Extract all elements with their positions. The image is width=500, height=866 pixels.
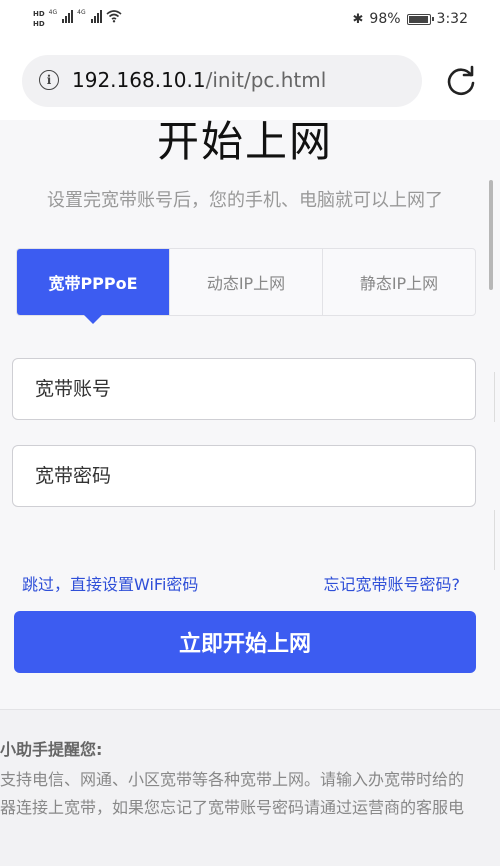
connection-type-tabs: 宽带PPPoE 动态IP上网 静态IP上网 — [16, 248, 476, 324]
info-icon[interactable]: i — [39, 70, 59, 90]
signal-icon-2 — [90, 9, 102, 23]
password-field — [12, 445, 476, 507]
tips-section: 器小助手提醒您: 器支持电信、网通、小区宽带等各种宽带上网。请输入办宽带时给的 … — [0, 710, 500, 866]
status-bar: HD HD 4G 4G ✱ 98% 3:32 — [0, 0, 500, 42]
forgot-account-link[interactable]: 忘记宽带账号密码? — [324, 571, 461, 595]
side-panel-edge — [494, 372, 500, 422]
page-title: 开始上网 — [156, 117, 333, 166]
hd-label-1: HD — [33, 10, 45, 18]
url-path: /init/pc.html — [205, 68, 327, 92]
account-input[interactable] — [13, 359, 475, 419]
battery-percent: 98% — [369, 11, 401, 27]
hd-label-2: HD — [33, 20, 45, 28]
tab-static-ip[interactable]: 静态IP上网 — [322, 249, 475, 315]
tab-pppoe[interactable]: 宽带PPPoE — [17, 249, 169, 324]
tips-line-1: 器支持电信、网通、小区宽带等各种宽带上网。请输入办宽带时给的 — [0, 770, 465, 789]
url-text[interactable]: 192.168.10.1/init/pc.html — [72, 68, 326, 92]
tips-title: 器小助手提醒您: — [0, 740, 103, 759]
battery-fill — [408, 15, 429, 23]
tips-line-2: 由器连接上宽带，如果您忘记了宽带账号密码请通过运营商的客服电 — [0, 798, 465, 817]
wifi-icon — [106, 10, 122, 23]
side-panel-edge-2 — [494, 510, 500, 570]
hd-indicator: HD HD — [33, 9, 45, 29]
network-label-2: 4G — [77, 9, 86, 16]
page-subtitle: 设置完宽带账号后，您的手机、电脑就可以上网了 — [47, 190, 443, 211]
start-internet-button[interactable]: 立即开始上网 — [14, 611, 476, 673]
bluetooth-icon: ✱ — [352, 11, 364, 27]
reload-icon[interactable] — [444, 64, 478, 98]
scrollbar-thumb[interactable] — [489, 180, 493, 290]
password-input[interactable] — [13, 446, 475, 506]
skip-to-wifi-link[interactable]: 跳过，直接设置WiFi密码 — [22, 571, 198, 595]
url-host: 192.168.10.1 — [72, 68, 206, 92]
clock: 3:32 — [436, 11, 468, 27]
status-left: HD HD 4G 4G — [33, 9, 122, 29]
account-field — [12, 358, 476, 420]
status-right: ✱ 98% 3:32 — [353, 11, 468, 27]
battery-icon — [406, 13, 434, 25]
network-label-1: 4G — [48, 9, 58, 16]
tab-dynamic-ip[interactable]: 动态IP上网 — [169, 249, 322, 315]
signal-icon-1 — [62, 9, 74, 23]
address-bar[interactable]: i 192.168.10.1/init/pc.html — [22, 55, 422, 107]
